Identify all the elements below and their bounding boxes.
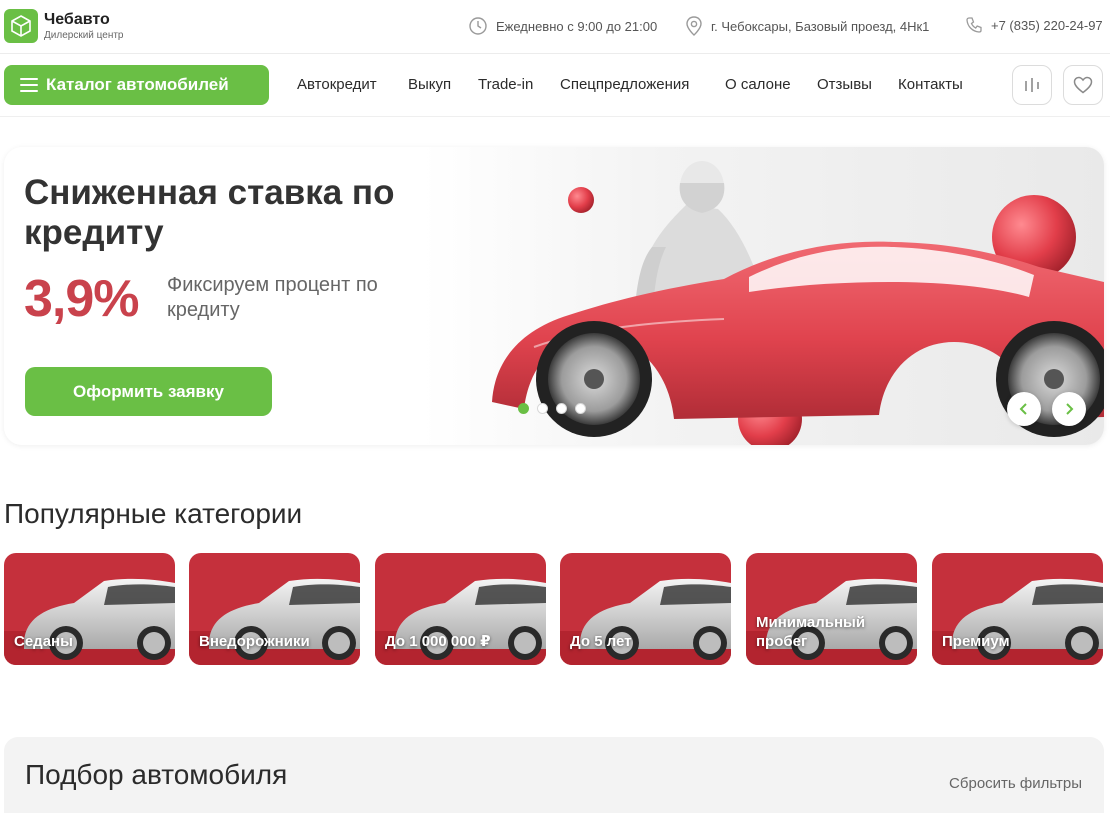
nav-link-contacts[interactable]: Контакты [898,76,963,93]
filter-title: Подбор автомобиля [25,759,288,790]
nav-link-about[interactable]: О салоне [725,76,791,93]
map-pin-icon [686,16,702,36]
category-label: Премиум [942,633,1010,650]
top-bar: Чебавто Дилерский центр Ежедневно с 9:00… [0,0,1110,54]
apply-button[interactable]: Оформить заявку [25,367,272,416]
nav-link-special-offers[interactable]: Спецпредложения [560,76,689,93]
menu-burger-icon [20,78,38,92]
slider-dots [518,403,586,414]
hero-description: Фиксируем процент по кредиту [167,274,378,321]
address-text: г. Чебоксары, Базовый проезд, 4Нк1 [711,18,930,34]
phone-icon [966,17,982,33]
heart-icon [1073,76,1093,94]
hero-title: Сниженная ставка по кредиту [24,173,395,252]
category-label: Седаны [14,633,73,650]
reset-filters-link[interactable]: Сбросить фильтры [949,775,1082,792]
nav-link-trade-in[interactable]: Trade-in [478,76,533,93]
catalog-button[interactable]: Каталог автомобилей [4,65,269,105]
category-sedans[interactable]: Седаны [4,553,175,665]
category-label: До 5 лет [570,633,632,650]
brand-subtitle: Дилерский центр [44,29,124,41]
category-suv[interactable]: Внедорожники [189,553,360,665]
compare-bars-icon [1025,78,1039,92]
popular-categories-title: Популярные категории [4,498,303,529]
nav-link-buyout[interactable]: Выкуп [408,76,451,93]
slider-next-button[interactable] [1052,392,1086,426]
chevron-right-icon [1066,403,1074,415]
slider-prev-button[interactable] [1007,392,1041,426]
logo[interactable]: Чебавто Дилерский центр [4,9,123,43]
category-label: Минимальный пробег [756,614,866,650]
favorites-button[interactable] [1063,65,1103,105]
catalog-button-label: Каталог автомобилей [46,75,229,94]
brand-name: Чебавто [44,10,110,28]
category-under-5-years[interactable]: До 5 лет [560,553,731,665]
chevron-left-icon [1019,403,1027,415]
cube-logo-icon [4,9,38,43]
working-hours: Ежедневно с 9:00 до 21:00 [468,16,657,36]
hours-text: Ежедневно с 9:00 до 21:00 [496,18,658,34]
slider-dot-3[interactable] [556,403,567,414]
slider-dot-4[interactable] [575,403,586,414]
compare-button[interactable] [1012,65,1052,105]
main-nav: Каталог автомобилей Автокредит Выкуп Tra… [0,55,1110,117]
car-filter: Подбор автомобиля Сбросить фильтры [4,737,1104,813]
nav-link-reviews[interactable]: Отзывы [817,76,872,93]
hero-rate: 3,9% [24,270,140,328]
phone-text: +7 (835) 220-24-97 [991,17,1103,33]
nav-link-autocredit[interactable]: Автокредит [297,76,377,93]
category-under-1m[interactable]: До 1 000 000 ₽ [375,553,546,665]
slider-dot-2[interactable] [537,403,548,414]
address[interactable]: г. Чебоксары, Базовый проезд, 4Нк1 [685,16,929,36]
category-low-mileage[interactable]: Минимальный пробег [746,553,917,665]
hero-banner: Сниженная ставка по кредиту 3,9% Фиксиру… [4,147,1104,445]
clock-icon [469,17,487,35]
slider-dot-1[interactable] [518,403,529,414]
phone[interactable]: +7 (835) 220-24-97 [965,16,1103,34]
category-label: Внедорожники [199,633,310,650]
category-label: До 1 000 000 ₽ [385,633,491,650]
category-premium[interactable]: Премиум [932,553,1103,665]
